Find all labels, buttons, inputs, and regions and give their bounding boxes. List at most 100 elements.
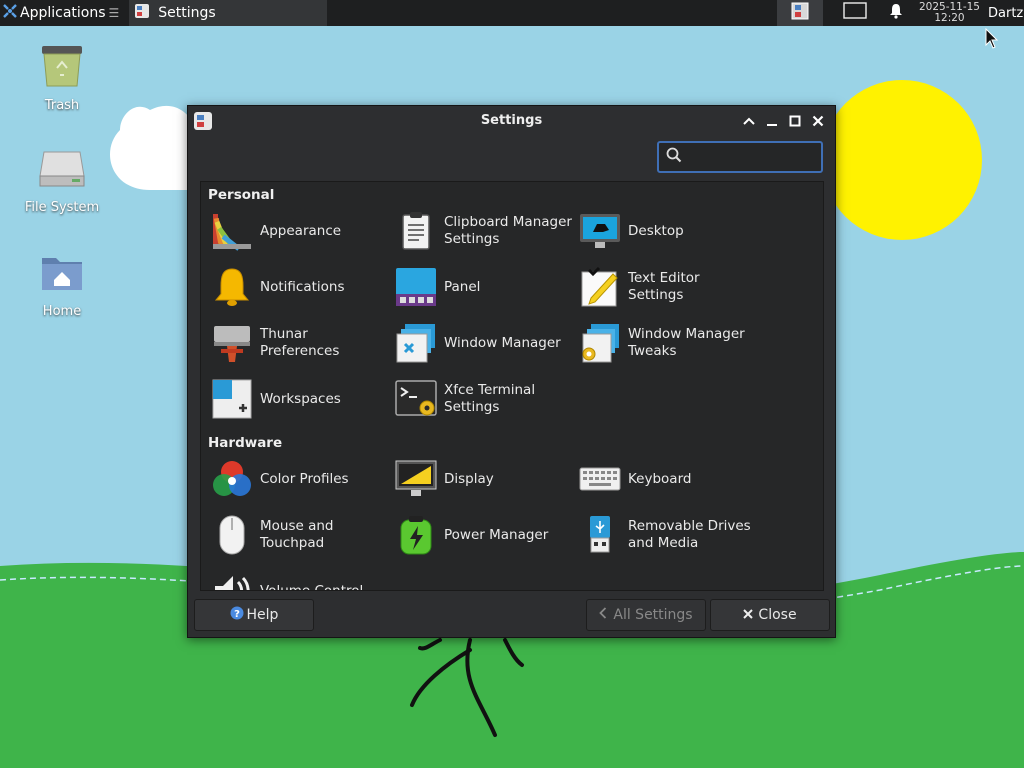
desktop-icon-label: Home bbox=[42, 304, 82, 319]
settings-item-label: Thunar Preferences bbox=[260, 326, 340, 359]
chevron-up-icon bbox=[742, 117, 755, 125]
thunar-icon bbox=[211, 322, 253, 364]
settings-item-label: Power Manager bbox=[444, 526, 549, 543]
settings-item-label: Mouse and Touchpad bbox=[260, 518, 334, 551]
close-icon bbox=[812, 115, 823, 127]
volume-icon bbox=[211, 570, 253, 590]
workspace-switcher[interactable] bbox=[776, 0, 823, 26]
user-menu[interactable]: Dartz bbox=[988, 6, 1024, 21]
settings-item-label: Removable Drives and Media bbox=[628, 518, 751, 551]
settings-item-removable-drives[interactable]: Removable Drives and Media bbox=[579, 512, 759, 558]
system-tray: 2025-11-15 12:20 Dartz bbox=[776, 0, 1024, 26]
settings-item-display[interactable]: Display bbox=[395, 456, 575, 502]
top-panel: Applications ☰ Settings 2025-11-15 12:20… bbox=[0, 0, 1024, 26]
settings-item-label: Volume Control bbox=[260, 582, 364, 591]
mouse-cursor-icon bbox=[985, 27, 999, 54]
section-title-personal: Personal bbox=[208, 187, 275, 203]
settings-item-xfce-terminal[interactable]: Xfce Terminal Settings bbox=[395, 376, 575, 422]
appearance-icon bbox=[211, 210, 253, 252]
display-icon bbox=[395, 458, 437, 500]
desktop-icon-trash[interactable]: Trash bbox=[12, 42, 112, 113]
desktop-icon-label: Trash bbox=[44, 98, 80, 113]
settings-item-label: Desktop bbox=[628, 222, 684, 239]
settings-list: Personal Appearance Clipboard Manager Se… bbox=[200, 181, 824, 591]
settings-item-label: Text Editor Settings bbox=[628, 270, 700, 303]
text-editor-icon bbox=[579, 266, 621, 308]
xfce-logo-icon bbox=[3, 4, 20, 22]
drive-icon bbox=[38, 146, 86, 196]
close-button-label: Close bbox=[758, 607, 797, 623]
close-window-button[interactable] bbox=[806, 112, 829, 130]
all-settings-button-label: All Settings bbox=[613, 607, 693, 623]
close-icon bbox=[743, 607, 754, 623]
mouse-icon bbox=[211, 514, 253, 556]
settings-item-label: Window Manager Tweaks bbox=[628, 326, 745, 359]
settings-item-workspaces[interactable]: Workspaces bbox=[211, 376, 391, 422]
settings-item-window-manager[interactable]: Window Manager bbox=[395, 320, 575, 366]
settings-item-text-editor[interactable]: Text Editor Settings bbox=[579, 264, 759, 310]
bell-icon bbox=[211, 266, 253, 308]
settings-item-label: Appearance bbox=[260, 222, 342, 239]
trash-icon bbox=[38, 42, 86, 94]
maximize-button[interactable] bbox=[783, 112, 806, 130]
home-folder-icon bbox=[38, 250, 86, 300]
applications-menu-button[interactable]: Applications ☰ bbox=[0, 0, 123, 26]
settings-item-color-profiles[interactable]: Color Profiles bbox=[211, 456, 391, 502]
shade-button[interactable] bbox=[737, 112, 760, 130]
battery-icon bbox=[395, 514, 437, 556]
taskbar-button-settings[interactable]: Settings bbox=[129, 0, 328, 26]
settings-app-icon bbox=[134, 3, 150, 23]
section-title-hardware: Hardware bbox=[208, 435, 283, 451]
settings-item-keyboard[interactable]: Keyboard bbox=[579, 456, 759, 502]
desktop-icon-home[interactable]: Home bbox=[12, 250, 112, 319]
desktop-icon-file-system[interactable]: File System bbox=[12, 146, 112, 215]
minimize-button[interactable] bbox=[760, 112, 783, 130]
settings-item-desktop[interactable]: Desktop bbox=[579, 208, 759, 254]
settings-window: Settings Personal Appearance Clipboard M… bbox=[187, 105, 836, 638]
settings-item-label: Panel bbox=[444, 278, 481, 295]
all-settings-button[interactable]: All Settings bbox=[586, 599, 706, 631]
settings-item-clipboard-manager[interactable]: Clipboard Manager Settings bbox=[395, 208, 575, 254]
applications-label: Applications bbox=[20, 5, 106, 21]
close-button[interactable]: Close bbox=[710, 599, 830, 631]
settings-item-volume-control[interactable]: Volume Control bbox=[211, 568, 391, 591]
help-icon: ? bbox=[230, 606, 244, 624]
wm-tweaks-icon bbox=[579, 322, 621, 364]
settings-item-label: Display bbox=[444, 470, 494, 487]
window-titlebar[interactable]: Settings bbox=[188, 106, 835, 136]
clock[interactable]: 2025-11-15 12:20 bbox=[919, 2, 980, 24]
notification-bell-icon[interactable] bbox=[889, 3, 903, 23]
terminal-icon bbox=[395, 378, 437, 420]
desktop-icon bbox=[579, 210, 621, 252]
workspaces-icon bbox=[211, 378, 253, 420]
settings-item-power-manager[interactable]: Power Manager bbox=[395, 512, 575, 558]
color-profiles-icon bbox=[211, 458, 253, 500]
settings-item-label: Notifications bbox=[260, 278, 345, 295]
settings-app-icon bbox=[791, 2, 809, 24]
settings-item-thunar[interactable]: Thunar Preferences bbox=[211, 320, 391, 366]
chevron-left-icon bbox=[599, 607, 607, 623]
maximize-icon bbox=[789, 115, 800, 127]
menu-lines-icon: ☰ bbox=[108, 6, 120, 20]
help-button-label: Help bbox=[246, 607, 279, 623]
taskbar-button-label: Settings bbox=[158, 5, 216, 21]
settings-item-panel[interactable]: Panel bbox=[395, 264, 575, 310]
show-desktop-icon[interactable] bbox=[843, 2, 867, 24]
help-button[interactable]: ? Help bbox=[194, 599, 314, 631]
keyboard-icon bbox=[579, 458, 621, 500]
search-input[interactable] bbox=[688, 148, 812, 166]
settings-item-mouse-touchpad[interactable]: Mouse and Touchpad bbox=[211, 512, 391, 558]
settings-item-label: Clipboard Manager Settings bbox=[444, 214, 572, 247]
settings-item-appearance[interactable]: Appearance bbox=[211, 208, 391, 254]
panel-icon bbox=[395, 266, 437, 308]
settings-item-notifications[interactable]: Notifications bbox=[211, 264, 391, 310]
desktop-icon-label: File System bbox=[24, 200, 100, 215]
settings-item-label: Xfce Terminal Settings bbox=[444, 382, 536, 415]
search-icon bbox=[666, 147, 682, 167]
search-field[interactable] bbox=[657, 141, 823, 173]
settings-item-label: Keyboard bbox=[628, 470, 692, 487]
minimize-icon bbox=[766, 124, 777, 126]
settings-item-wm-tweaks[interactable]: Window Manager Tweaks bbox=[579, 320, 759, 366]
clock-time: 12:20 bbox=[934, 12, 965, 24]
settings-item-label: Color Profiles bbox=[260, 470, 349, 487]
